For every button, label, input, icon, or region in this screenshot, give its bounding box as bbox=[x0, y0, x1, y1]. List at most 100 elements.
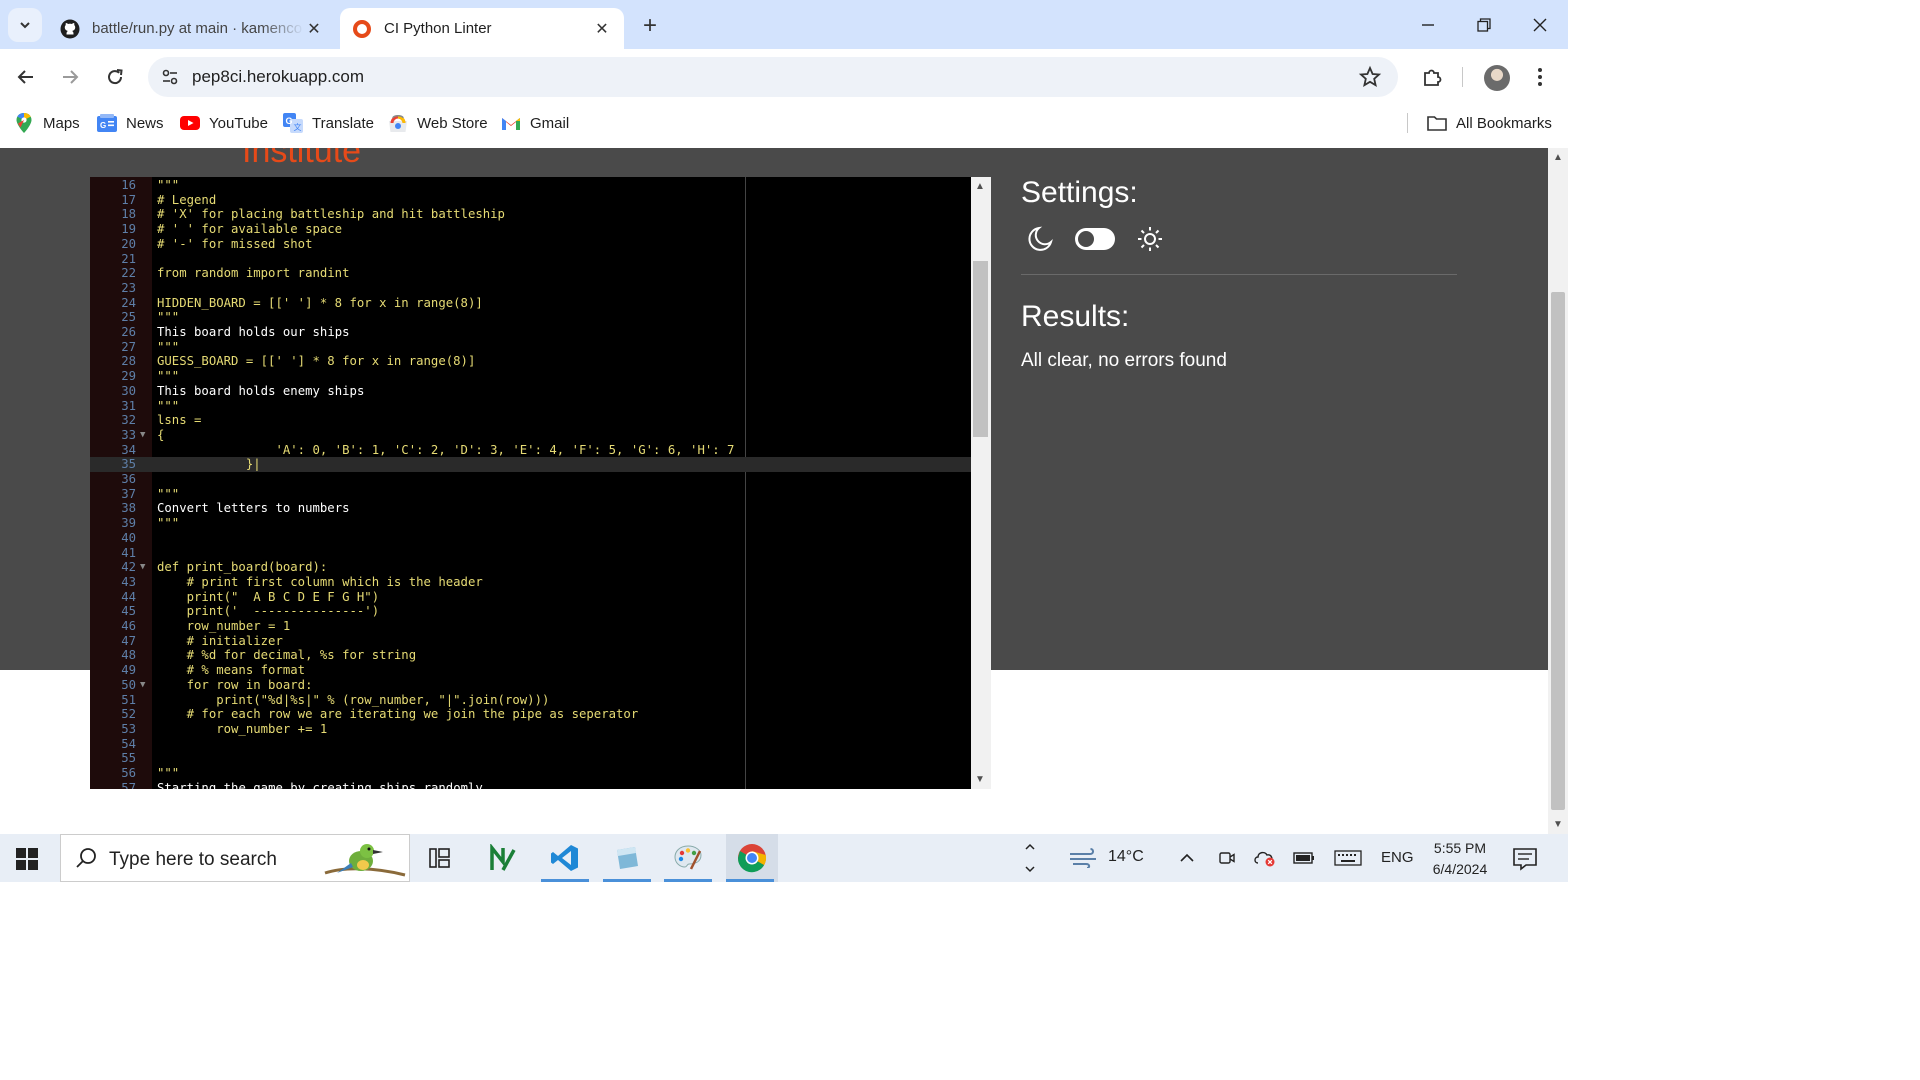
site-info-icon[interactable] bbox=[160, 67, 180, 87]
reload-button[interactable] bbox=[99, 61, 131, 93]
code-line[interactable]: 45 print(' ---------------') bbox=[90, 604, 971, 619]
tray-onedrive[interactable] bbox=[1252, 834, 1278, 882]
code-line[interactable]: 32 lsns = bbox=[90, 413, 971, 428]
code-line[interactable]: 18 # 'X' for placing battleship and hit b… bbox=[90, 207, 971, 222]
code-line[interactable]: 53 row_number += 1 bbox=[90, 722, 971, 737]
task-view-button[interactable] bbox=[416, 834, 464, 882]
code-area[interactable]: 16 """ 17 # Legend 18 # 'X' for placing battl… bbox=[90, 177, 971, 789]
code-line[interactable]: 27 """ bbox=[90, 340, 971, 355]
bookmark-gmail[interactable]: Gmail bbox=[501, 111, 569, 135]
close-tab-icon[interactable]: ✕ bbox=[592, 19, 612, 39]
code-line[interactable]: 56 """ bbox=[90, 766, 971, 781]
code-line[interactable]: 35 }| bbox=[90, 457, 971, 472]
code-line[interactable]: 25 """ bbox=[90, 310, 971, 325]
chrome-menu-button[interactable] bbox=[1524, 61, 1556, 93]
code-line[interactable]: 16 """ bbox=[90, 178, 971, 193]
scroll-up-icon[interactable]: ▲ bbox=[975, 181, 985, 192]
bookmark-maps[interactable]: Maps bbox=[14, 111, 80, 135]
taskbar-notes-app[interactable] bbox=[603, 834, 651, 882]
address-bar[interactable]: pep8ci.herokuapp.com bbox=[148, 57, 1398, 97]
bookmark-youtube[interactable]: YouTube bbox=[180, 111, 268, 135]
code-line[interactable]: 57 Starting the game by creating ships ra… bbox=[90, 781, 971, 789]
code-line[interactable]: 22 from random import randint bbox=[90, 266, 971, 281]
taskbar-search[interactable]: Type here to search bbox=[60, 834, 410, 882]
code-line[interactable]: 40 bbox=[90, 531, 971, 546]
tab-ci-linter[interactable]: CI Python Linter ✕ bbox=[340, 8, 624, 49]
tray-overflow[interactable] bbox=[1018, 834, 1042, 882]
scroll-down-icon[interactable]: ▼ bbox=[1553, 819, 1563, 830]
code-line[interactable]: 43 # print first column which is the hea… bbox=[90, 575, 971, 590]
tab-github[interactable]: battle/run.py at main · kamenco ✕ bbox=[48, 8, 336, 49]
code-line[interactable]: 41 bbox=[90, 546, 971, 561]
theme-toggle[interactable] bbox=[1075, 228, 1115, 250]
bookmark-web-store[interactable]: Web Store bbox=[388, 111, 488, 135]
windows-start-icon[interactable] bbox=[16, 848, 38, 870]
code-line[interactable]: 42 ▼ def print_board(board): bbox=[90, 560, 971, 575]
code-line[interactable]: 31 """ bbox=[90, 399, 971, 414]
code-line[interactable]: 54 bbox=[90, 737, 971, 752]
forward-button[interactable] bbox=[54, 61, 86, 93]
code-line[interactable]: 46 row_number = 1 bbox=[90, 619, 971, 634]
code-line[interactable]: 38 Convert letters to numbers bbox=[90, 501, 971, 516]
tray-battery[interactable] bbox=[1290, 834, 1318, 882]
page-scrollbar[interactable]: ▲ ▼ bbox=[1548, 148, 1568, 834]
taskbar-paint-app[interactable] bbox=[664, 834, 712, 882]
code-line[interactable]: 44 print(" A B C D E F G H") bbox=[90, 590, 971, 605]
scroll-up-icon[interactable]: ▲ bbox=[1553, 152, 1563, 163]
notification-icon[interactable] bbox=[1512, 846, 1538, 872]
taskbar-vscode[interactable] bbox=[541, 834, 589, 882]
extensions-button[interactable] bbox=[1416, 61, 1448, 93]
taskbar-app-green[interactable] bbox=[479, 834, 527, 882]
fold-arrow-icon[interactable]: ▼ bbox=[140, 678, 150, 693]
editor-scrollbar[interactable]: ▲ ▼ bbox=[971, 177, 991, 789]
close-window-button[interactable] bbox=[1512, 0, 1568, 49]
code-line[interactable]: 39 """ bbox=[90, 516, 971, 531]
profile-avatar[interactable] bbox=[1484, 65, 1510, 91]
new-tab-button[interactable]: + bbox=[636, 12, 664, 40]
code-line[interactable]: 50 ▼ for row in board: bbox=[90, 678, 971, 693]
code-line[interactable]: 52 # for each row we are iterating we jo… bbox=[90, 707, 971, 722]
taskbar-clock[interactable]: 5:55 PM 6/4/2024 bbox=[1428, 838, 1492, 880]
bookmark-news[interactable]: G News bbox=[97, 111, 164, 135]
code-line[interactable]: 37 """ bbox=[90, 487, 971, 502]
code-line[interactable]: 29 """ bbox=[90, 369, 971, 384]
bookmark-star-icon[interactable] bbox=[1358, 65, 1382, 89]
code-line[interactable]: 51 print("%d|%s|" % (row_number, "|".joi… bbox=[90, 693, 971, 708]
scroll-down-icon[interactable]: ▼ bbox=[975, 774, 985, 785]
all-bookmarks-button[interactable]: All Bookmarks bbox=[1427, 111, 1552, 135]
bookmark-translate[interactable]: G文 Translate bbox=[283, 111, 374, 135]
code-line[interactable]: 55 bbox=[90, 751, 971, 766]
code-line[interactable]: 36 bbox=[90, 472, 971, 487]
code-line[interactable]: 48 # %d for decimal, %s for string bbox=[90, 648, 971, 663]
code-line[interactable]: 28 GUESS_BOARD = [[' '] * 8 for x in rang… bbox=[90, 354, 971, 369]
code-line[interactable]: 24 HIDDEN_BOARD = [[' '] * 8 for x in ran… bbox=[90, 296, 971, 311]
fold-arrow-icon[interactable]: ▼ bbox=[140, 428, 150, 443]
code-line[interactable]: 33 ▼ { bbox=[90, 428, 971, 443]
code-line[interactable]: 30 This board holds enemy ships bbox=[90, 384, 971, 399]
weather-widget[interactable] bbox=[1064, 834, 1104, 882]
code-line[interactable]: 34 'A': 0, 'B': 1, 'C': 2, 'D': 3, 'E': … bbox=[90, 443, 971, 458]
restore-button[interactable] bbox=[1456, 0, 1512, 49]
page-scrollbar-thumb[interactable] bbox=[1551, 292, 1565, 810]
tray-meet[interactable] bbox=[1214, 834, 1240, 882]
language-indicator[interactable]: ENG bbox=[1381, 849, 1414, 866]
code-line[interactable]: 47 # initializer bbox=[90, 634, 971, 649]
fold-arrow-icon[interactable]: ▼ bbox=[140, 560, 150, 575]
code-editor[interactable]: 16 """ 17 # Legend 18 # 'X' for placing battl… bbox=[90, 177, 991, 789]
code-line[interactable]: 49 # % means format bbox=[90, 663, 971, 678]
tray-keyboard[interactable] bbox=[1332, 834, 1364, 882]
back-button[interactable] bbox=[10, 61, 42, 93]
code-line[interactable]: 19 # ' ' for available space bbox=[90, 222, 971, 237]
minimize-button[interactable] bbox=[1400, 0, 1456, 49]
taskbar-chrome[interactable] bbox=[726, 834, 778, 882]
close-tab-icon[interactable]: ✕ bbox=[304, 19, 324, 39]
windows-taskbar: Type here to search 14°C ENG 5:55 PM 6/4… bbox=[0, 834, 1568, 882]
editor-scrollbar-thumb[interactable] bbox=[973, 261, 988, 437]
code-line[interactable]: 17 # Legend bbox=[90, 193, 971, 208]
code-line[interactable]: 21 bbox=[90, 252, 971, 267]
code-line[interactable]: 23 bbox=[90, 281, 971, 296]
tab-search-button[interactable] bbox=[8, 8, 42, 42]
show-hidden-icons[interactable] bbox=[1174, 834, 1200, 882]
code-line[interactable]: 26 This board holds our ships bbox=[90, 325, 971, 340]
code-line[interactable]: 20 # '-' for missed shot bbox=[90, 237, 971, 252]
